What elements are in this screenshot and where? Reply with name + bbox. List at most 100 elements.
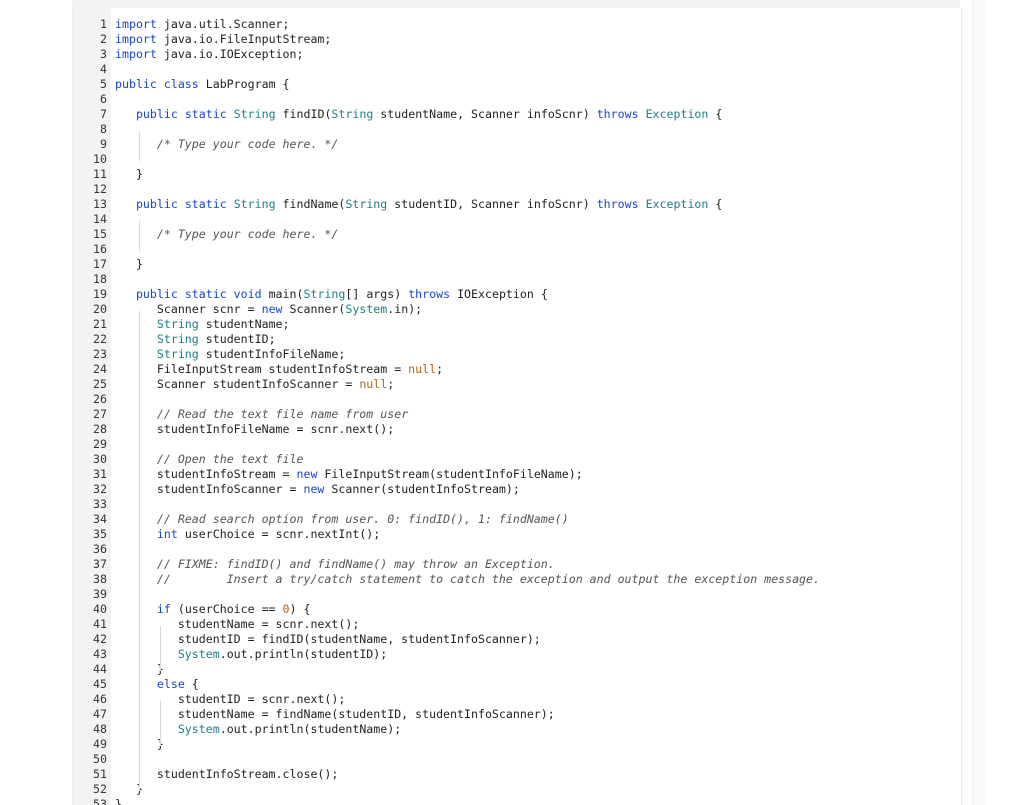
code-line[interactable]: 21 String studentName; (73, 317, 961, 332)
code-line[interactable]: 20 Scanner scnr = new Scanner(System.in)… (73, 302, 961, 317)
code-line[interactable]: 9 /* Type your code here. */ (73, 137, 961, 152)
code-line[interactable]: 43 System.out.println(studentID); (73, 647, 961, 662)
code-line[interactable]: 38 // Insert a try/catch statement to ca… (73, 572, 961, 587)
code-editor[interactable]: 1 import java.util.Scanner; 2 import java.i… (72, 8, 962, 805)
line-number: 33 (93, 497, 107, 511)
code-line[interactable]: 49 } (73, 737, 961, 752)
code-token: public static void (135, 287, 262, 301)
code-token: // FIXME: findID() and findName() may th… (156, 557, 555, 571)
code-text: studentInfoStream = new FileInputStream(… (115, 467, 583, 482)
code-token: (userChoice == (170, 602, 283, 616)
code-text: public static String findName(String stu… (115, 197, 722, 212)
code-line[interactable]: 27 // Read the text file name from user (73, 407, 961, 422)
code-text: /* Type your code here. */ (115, 227, 338, 242)
code-line[interactable]: 7 public static String findID(String stu… (73, 107, 961, 122)
code-line[interactable]: 10 (73, 152, 961, 167)
code-token: String (156, 332, 199, 346)
code-token: Scanner scnr = (115, 302, 262, 316)
code-line[interactable]: 15 /* Type your code here. */ (73, 227, 961, 242)
code-line[interactable]: 48 System.out.println(studentName); (73, 722, 961, 737)
code-line[interactable]: 33 (73, 497, 961, 512)
code-line[interactable]: 13 public static String findName(String … (73, 197, 961, 212)
code-token: studentInfoStream.close(); (115, 767, 339, 781)
code-token: studentInfoStream = (115, 467, 297, 481)
code-line[interactable]: 51 studentInfoStream.close(); (73, 767, 961, 782)
code-line[interactable]: 5 public class LabProgram { (73, 77, 961, 92)
code-line[interactable]: 47 studentName = findName(studentID, stu… (73, 707, 961, 722)
code-line[interactable]: 39 (73, 587, 961, 602)
code-line[interactable]: 3 import java.io.IOException; (73, 47, 961, 62)
line-number: 25 (93, 377, 107, 391)
code-line[interactable]: 8 (73, 122, 961, 137)
code-line[interactable]: 26 (73, 392, 961, 407)
code-line[interactable]: 24 FileInputStream studentInfoStream = n… (73, 362, 961, 377)
code-line[interactable]: 19 public static void main(String[] args… (73, 287, 961, 302)
code-token: System (345, 302, 388, 316)
code-token: // Read the text file name from user (156, 407, 409, 421)
code-token: studentInfoFileName = scnr.next(); (115, 422, 395, 436)
code-token: // Open the text file (156, 452, 304, 466)
line-number: 13 (93, 197, 107, 211)
code-token: // Insert a try/catch statement to catch… (156, 572, 820, 586)
code-token: else (156, 677, 185, 691)
code-line[interactable]: 12 (73, 182, 961, 197)
code-line[interactable]: 11 } (73, 167, 961, 182)
code-token: { (708, 107, 723, 121)
line-number: 45 (93, 677, 107, 691)
code-line[interactable]: 41 studentName = scnr.next(); (73, 617, 961, 632)
code-line[interactable]: 25 Scanner studentInfoScanner = null; (73, 377, 961, 392)
code-line[interactable]: 42 studentID = findID(studentName, stude… (73, 632, 961, 647)
code-line[interactable]: 46 studentID = scnr.next(); (73, 692, 961, 707)
code-line[interactable]: 53} (73, 797, 961, 805)
code-text: System.out.println(studentID); (115, 647, 387, 662)
code-line[interactable]: 52 } (73, 782, 961, 797)
code-line[interactable]: 32 studentInfoScanner = new Scanner(stud… (73, 482, 961, 497)
code-token: studentName = scnr.next(); (115, 617, 360, 631)
code-line[interactable]: 22 String studentID; (73, 332, 961, 347)
code-line[interactable]: 44 } (73, 662, 961, 677)
code-line[interactable]: 34 // Read search option from user. 0: f… (73, 512, 961, 527)
code-line[interactable]: 30 // Open the text file (73, 452, 961, 467)
code-line[interactable]: 29 (73, 437, 961, 452)
code-token: String (156, 347, 199, 361)
line-number: 38 (93, 572, 107, 586)
code-token: java.io.FileInputStream; (156, 32, 332, 46)
editor-top-strip (72, 0, 960, 8)
code-line[interactable]: 45 else { (73, 677, 961, 692)
line-number: 39 (93, 587, 107, 601)
code-line[interactable]: 50 (73, 752, 961, 767)
code-line[interactable]: 31 studentInfoStream = new FileInputStre… (73, 467, 961, 482)
code-line[interactable]: 2 import java.io.FileInputStream; (73, 32, 961, 47)
vertical-scrollbar[interactable] (972, 0, 987, 805)
code-token: } (115, 167, 143, 181)
code-line[interactable]: 4 (73, 62, 961, 77)
code-line[interactable]: 36 (73, 542, 961, 557)
code-line[interactable]: 1 import java.util.Scanner; (73, 17, 961, 32)
code-text: import java.io.FileInputStream; (115, 32, 331, 47)
code-token: } (115, 257, 143, 271)
code-area[interactable]: 1 import java.util.Scanner; 2 import java.i… (73, 17, 961, 805)
code-line[interactable]: 18 (73, 272, 961, 287)
code-line[interactable]: 28 studentInfoFileName = scnr.next(); (73, 422, 961, 437)
code-token: String (345, 197, 388, 211)
code-token: java.util.Scanner; (156, 17, 290, 31)
code-line[interactable]: 37 // FIXME: findID() and findName() may… (73, 557, 961, 572)
code-line[interactable]: 14 (73, 212, 961, 227)
code-token: studentInfoFileName; (198, 347, 346, 361)
line-number: 16 (93, 242, 107, 256)
code-line[interactable]: 23 String studentInfoFileName; (73, 347, 961, 362)
line-number: 35 (93, 527, 107, 541)
code-line[interactable]: 6 (73, 92, 961, 107)
code-token: { (708, 197, 723, 211)
line-number: 27 (93, 407, 107, 421)
code-line[interactable]: 35 int userChoice = scnr.nextInt(); (73, 527, 961, 542)
code-token: Scanner(studentInfoStream); (324, 482, 520, 496)
code-line[interactable]: 16 (73, 242, 961, 257)
code-line[interactable]: 17 } (73, 257, 961, 272)
code-line[interactable]: 40 if (userChoice == 0) { (73, 602, 961, 617)
